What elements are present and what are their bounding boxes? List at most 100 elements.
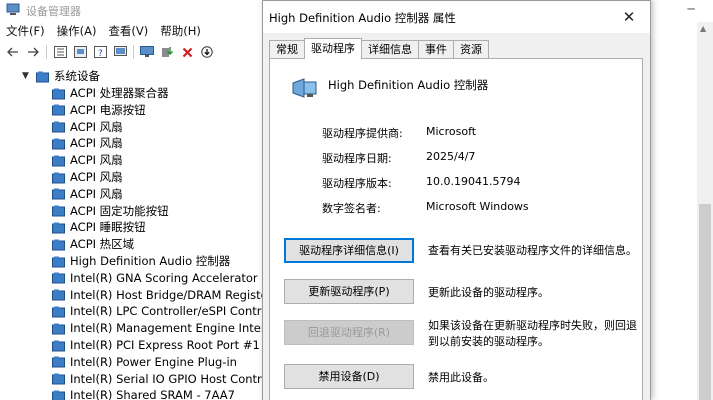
info-value: 2025/4/7: [426, 150, 476, 163]
tab-resources[interactable]: 资源: [453, 40, 489, 59]
tab-driver[interactable]: 驱动程序: [304, 38, 362, 59]
tree-device-item[interactable]: ACPI 风扇: [52, 135, 123, 152]
tree-device-label: ACPI 热区域: [70, 237, 135, 252]
tree-device-item[interactable]: ACPI 处理器聚合器: [52, 85, 169, 102]
system-device-icon: [52, 121, 65, 133]
system-device-icon: [52, 390, 65, 400]
system-device-icon: [52, 172, 65, 183]
show-hidden-icon[interactable]: [73, 45, 87, 59]
tree-device-item[interactable]: Intel(R) GNA Scoring Accelerator module: [52, 270, 262, 287]
tree-device-item[interactable]: ACPI 风扇: [52, 186, 123, 203]
dialog-tabs: 常规 驱动程序 详细信息 事件 资源: [269, 38, 489, 59]
system-device-icon: [52, 188, 65, 200]
tree-device-label: ACPI 固定功能按钮: [70, 203, 169, 218]
tree-device-label: Intel(R) Power Engine Plug-in: [70, 354, 237, 369]
tree-device-item[interactable]: ACPI 风扇: [52, 152, 123, 169]
tree-device-item[interactable]: Intel(R) Power Engine Plug-in: [52, 354, 237, 371]
device-tree: ▼ 系统设备 ACPI 处理器聚合器 ACPI 电源按钮 ACPI 风扇 ACPI 风…: [0, 66, 262, 400]
system-device-icon: [52, 356, 65, 368]
system-device-icon: [52, 289, 65, 301]
scrollbar-thumb[interactable]: [699, 204, 711, 400]
tree-device-label: Intel(R) GNA Scoring Accelerator module: [70, 270, 262, 285]
toolbar-separator: [46, 45, 47, 59]
tree-device-item[interactable]: ACPI 热区域: [52, 236, 134, 253]
update-driver-icon[interactable]: [160, 45, 174, 59]
tree-device-item[interactable]: High Definition Audio 控制器: [52, 253, 230, 270]
system-device-icon: [52, 205, 65, 217]
tree-device-label: Intel(R) Management Engine Interface #: [70, 321, 262, 336]
tree-device-item[interactable]: Intel(R) Serial IO GPIO Host Controller …: [52, 371, 262, 388]
system-device-icon: [52, 272, 65, 284]
roll-back-driver-button[interactable]: 回退驱动程序(R): [284, 320, 414, 345]
scroll-up-arrow-icon[interactable]: ▲: [700, 24, 706, 33]
info-label: 驱动程序版本:: [322, 177, 392, 190]
properties-list-icon[interactable]: [53, 45, 67, 59]
tree-device-label: ACPI 处理器聚合器: [70, 86, 169, 100]
tree-device-label: High Definition Audio 控制器: [70, 254, 231, 268]
device-view-icon[interactable]: [113, 45, 127, 59]
tree-device-item[interactable]: ACPI 风扇: [52, 169, 123, 186]
tree-node-system-devices[interactable]: ▼ 系统设备: [22, 68, 100, 85]
update-driver-desc: 更新此设备的驱动程序。: [428, 286, 549, 299]
tree-device-label: Intel(R) Shared SRAM - 7AA7: [70, 388, 235, 400]
scan-hardware-icon[interactable]: [140, 45, 154, 59]
forward-arrow-icon[interactable]: [26, 45, 40, 59]
tree-device-item[interactable]: Intel(R) LPC Controller/eSPI Controller …: [52, 303, 262, 320]
menu-file[interactable]: 文件(F): [0, 22, 51, 40]
dm-menu-bar: 文件(F) 操作(A) 查看(V) 帮助(H): [0, 22, 207, 40]
disable-device-desc: 禁用此设备。: [428, 371, 494, 384]
minimize-button[interactable]: ─: [669, 0, 713, 20]
tree-device-label: ACPI 睡眠按钮: [70, 220, 146, 235]
tree-device-item[interactable]: Intel(R) Shared SRAM - 7AA7: [52, 387, 235, 400]
info-value: 10.0.19041.5794: [426, 175, 521, 188]
menu-action[interactable]: 操作(A): [51, 22, 103, 40]
tree-device-item[interactable]: ACPI 固定功能按钮: [52, 203, 169, 220]
system-device-icon: [52, 222, 65, 234]
system-device-folder-icon: [36, 71, 49, 82]
tree-device-label: Intel(R) Host Bridge/DRAM Registers - 4: [70, 287, 262, 302]
tab-events[interactable]: 事件: [418, 40, 454, 59]
dm-vertical-scrollbar[interactable]: ▲: [697, 22, 713, 400]
menu-view[interactable]: 查看(V): [102, 22, 154, 40]
dm-toolbar: ?: [0, 42, 262, 62]
tab-details[interactable]: 详细信息: [361, 40, 419, 59]
toolbar-separator: [133, 45, 134, 59]
driver-tab-panel: High Definition Audio 控制器 驱动程序提供商: Micro…: [269, 58, 643, 400]
tab-general[interactable]: 常规: [269, 40, 305, 59]
tree-device-item[interactable]: Intel(R) PCI Express Root Port #1 - 7AB8: [52, 337, 262, 354]
driver-details-desc: 查看有关已安装驱动程序文件的详细信息。: [428, 244, 637, 257]
enable-device-icon[interactable]: [200, 45, 214, 59]
tree-device-item[interactable]: ACPI 睡眠按钮: [52, 219, 146, 236]
system-device-icon: [52, 155, 65, 167]
info-value: Microsoft: [426, 125, 477, 138]
tree-device-item[interactable]: ACPI 风扇: [52, 119, 123, 136]
tree-device-label: ACPI 风扇: [70, 136, 123, 151]
system-device-icon: [52, 323, 65, 335]
tree-device-label: Intel(R) LPC Controller/eSPI Controller …: [70, 304, 262, 319]
system-device-icon: [52, 256, 65, 267]
update-driver-button[interactable]: 更新驱动程序(P): [284, 279, 414, 304]
system-device-icon: [52, 104, 65, 116]
info-label: 驱动程序日期:: [322, 152, 392, 165]
system-device-icon: [52, 306, 65, 318]
system-device-icon: [52, 239, 65, 251]
back-arrow-icon[interactable]: [6, 45, 20, 59]
tree-device-item[interactable]: Intel(R) Management Engine Interface #: [52, 320, 262, 337]
chevron-down-icon[interactable]: ▼: [22, 68, 32, 85]
uninstall-x-icon[interactable]: [180, 45, 194, 59]
system-device-icon: [52, 340, 65, 351]
properties-dialog: High Definition Audio 控制器 属性 ✕ 常规 驱动程序 详…: [262, 0, 651, 400]
tree-device-label: Intel(R) Serial IO GPIO Host Controller …: [70, 371, 262, 386]
system-device-icon: [52, 88, 65, 99]
driver-details-button[interactable]: 驱动程序详细信息(I): [284, 238, 414, 263]
help-icon[interactable]: ?: [93, 45, 107, 59]
info-label: 数字签名者:: [322, 202, 381, 215]
system-device-icon: [52, 138, 65, 150]
info-label: 驱动程序提供商:: [322, 127, 403, 140]
tree-device-item[interactable]: Intel(R) Host Bridge/DRAM Registers - 4: [52, 287, 262, 304]
menu-help[interactable]: 帮助(H): [154, 22, 207, 40]
close-button[interactable]: ✕: [614, 7, 644, 27]
tree-device-item[interactable]: ACPI 电源按钮: [52, 102, 146, 119]
dialog-title: High Definition Audio 控制器 属性: [269, 11, 456, 25]
disable-device-button[interactable]: 禁用设备(D): [284, 364, 414, 389]
